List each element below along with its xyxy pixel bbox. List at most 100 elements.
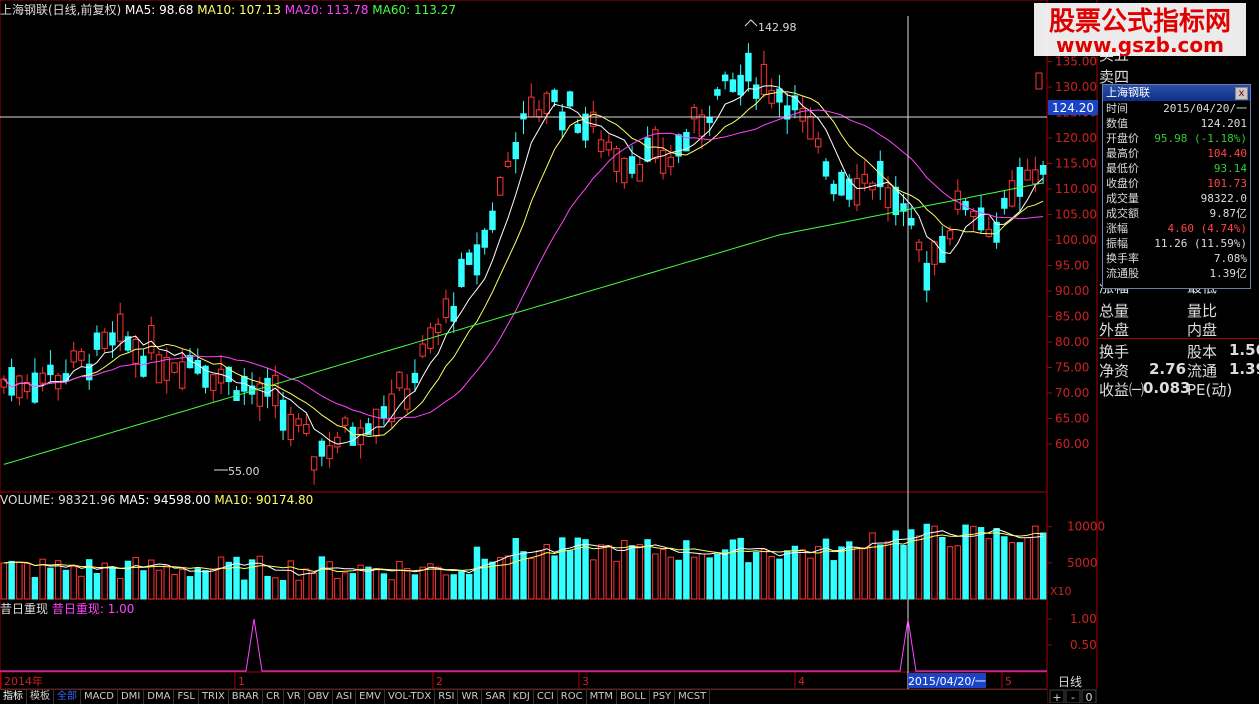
volume-bar [512,538,519,600]
tab-boll[interactable]: BOLL [617,690,650,704]
zoom-in-icon: + [1052,691,1061,703]
volume-bar [497,556,504,600]
volume-bar [396,561,403,600]
tab-psy[interactable]: PSY [650,690,676,704]
volume-bar [667,556,675,600]
volume-bar [861,547,868,600]
tab-wr[interactable]: WR [458,690,483,704]
price-tick-label: 115.00 [1055,157,1097,171]
data-tooltip[interactable]: 上海钢联 x 时间 2015/04/20/一 数值 124.201 开盘价 95.98 (… [1102,84,1251,289]
tab-fsl[interactable]: FSL [174,690,199,704]
candle-body [481,229,488,248]
volume-bar [884,541,892,600]
price-tick-label: 85.00 [1055,310,1089,324]
indicator-value: 昔日重现: 1.00 [51,602,135,616]
tooltip-row-value: 2015/04/20/一 [1163,102,1247,115]
volume-bar [116,577,124,600]
candle-body [116,313,124,342]
tooltip-row: 时间 2015/04/20/一 [1103,101,1250,116]
tab-dmi[interactable]: DMI [118,690,145,704]
tab-macd[interactable]: MACD [81,690,118,704]
candle-body [140,355,147,377]
tab-sar[interactable]: SAR [482,690,510,704]
volume-bar [776,558,783,600]
volume-bar [877,544,884,600]
volume-bar [248,559,256,600]
tab-vol-tdx[interactable]: VOL-TDX [385,690,436,704]
candle-body [768,90,775,104]
volume-bar [977,527,985,600]
quote-divider [1097,338,1259,339]
tab-obv[interactable]: OBV [305,690,333,704]
candle-body [1016,167,1024,197]
volume-bar [551,555,558,600]
volume-bar [636,544,644,600]
ma20-label: MA20: 113.78 [284,3,369,17]
volume-bar [590,559,597,600]
candle-body [566,91,574,107]
volume-bar [217,556,225,600]
tab-kdj[interactable]: KDJ [510,690,534,704]
indicator-tabs[interactable]: 指标 模板 全部 MACD DMI DMA FSL TRIX BRAR CR VR OBV ASI EMV… [0,689,1047,704]
tab-全部[interactable]: 全部 [54,690,81,704]
candle-body [497,177,504,196]
tab-brar[interactable]: BRAR [229,690,263,704]
tab-指标[interactable]: 指标 [0,690,27,704]
tooltip-title: 上海钢联 [1106,86,1150,99]
indicator-header: 昔日重现 昔日重现: 1.00 [0,600,134,617]
watermark-logo: 股票公式指标网 www.gszb.com [1034,3,1246,56]
tab-dma[interactable]: DMA [144,690,175,704]
volume-bar [900,544,907,600]
tab-trix[interactable]: TRIX [199,690,229,704]
volume-bar [605,545,613,600]
tab-cci[interactable]: CCI [534,690,558,704]
volume-bar [652,553,659,600]
candle-body [520,113,527,120]
volume-bar [892,530,899,600]
candle-body [745,52,752,82]
tab-mtm[interactable]: MTM [587,690,617,704]
volume-bar [690,556,698,600]
candle-body [675,134,682,157]
tooltip-row: 开盘价 95.98 (-1.18%) [1103,131,1250,146]
candle-body [729,79,737,92]
volume-bar [179,569,186,600]
tab-emv[interactable]: EMV [356,690,385,704]
quote-guben-label: 股本 [1187,343,1218,361]
tooltip-row-value: 95.98 (-1.18%) [1154,132,1247,145]
candle-body [698,114,706,137]
volume-bar [915,535,923,600]
tab-rsi[interactable]: RSI [435,690,459,704]
candle-body [148,325,155,354]
tab-asi[interactable]: ASI [333,690,357,704]
candle-body [109,332,116,346]
tooltip-titlebar[interactable]: 上海钢联 x [1103,85,1250,101]
candle-body [465,252,473,265]
candle-body [915,241,923,251]
candle-body [822,161,830,177]
candle-body [450,305,457,322]
close-icon[interactable]: x [1235,87,1248,100]
volume-header: VOLUME: 98321.96 MA5: 94598.00 MA10: 901… [0,493,313,507]
volume-bar [194,568,201,600]
volume-bar [186,576,194,600]
tab-模板[interactable]: 模板 [27,690,54,704]
tab-vr[interactable]: VR [284,690,305,704]
volume-bar [752,551,760,600]
volume-bar [799,549,806,600]
volume-bar [0,562,8,600]
kline-chart[interactable]: 135.00130.00125.00120.00115.00110.00105.… [0,0,1259,703]
volume-bar [411,574,419,600]
candle-body [194,359,201,374]
volume-bar [675,559,682,600]
tooltip-row-value: 98322.0 [1200,192,1247,205]
candle-body [923,262,931,291]
volume-bar [272,577,279,600]
tab-mcst[interactable]: MCST [675,690,711,704]
volume-bar [419,566,426,600]
tab-roc[interactable]: ROC [558,690,587,704]
vol-ma5-label: MA5: 94598.00 [119,493,211,507]
candle-body [287,413,295,440]
tab-cr[interactable]: CR [263,690,284,704]
indicator-line [0,618,1047,672]
